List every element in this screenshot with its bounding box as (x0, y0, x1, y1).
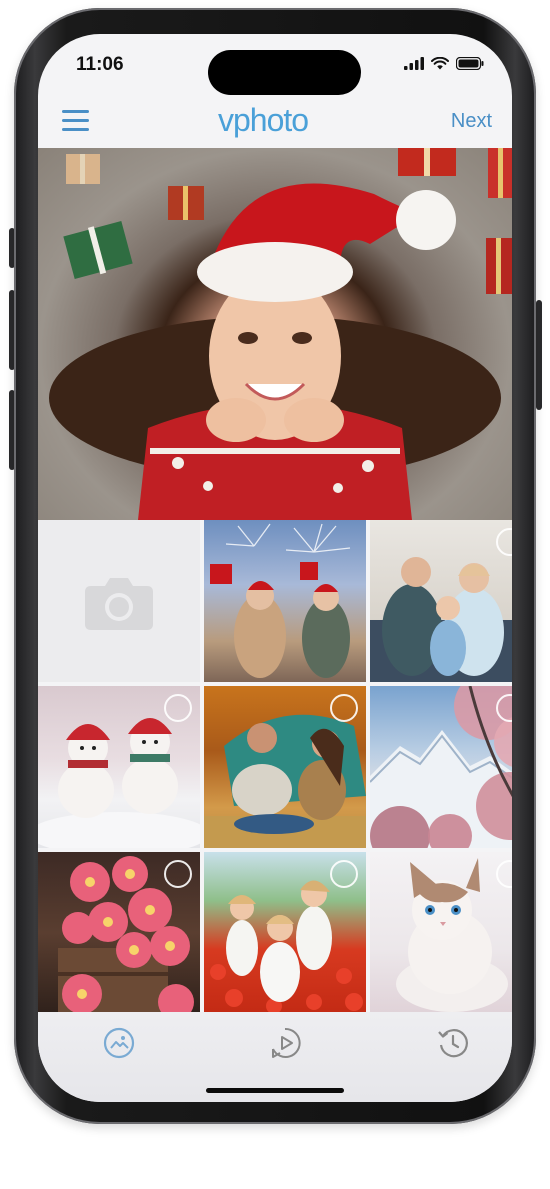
photo-grid (38, 520, 512, 1014)
photo-thumbnail[interactable] (38, 686, 200, 848)
play-icon (268, 1027, 302, 1064)
camera-placeholder-tile[interactable] (38, 520, 200, 682)
photo-thumbnail[interactable] (370, 686, 512, 848)
photo-thumbnail[interactable] (204, 852, 366, 1014)
video-tab[interactable] (268, 1026, 302, 1060)
camera-icon (83, 574, 155, 637)
photo-icon (102, 1027, 136, 1064)
gift-box (486, 238, 512, 294)
selection-circle[interactable] (164, 860, 192, 888)
gift-box (66, 154, 100, 184)
gift-box (168, 186, 204, 220)
status-icons (404, 56, 484, 75)
photo-thumbnail[interactable] (370, 520, 512, 682)
signal-icon (404, 57, 424, 75)
battery-icon (455, 56, 484, 75)
home-indicator[interactable] (206, 1088, 344, 1093)
status-bar: 11:06 (38, 34, 512, 95)
selected-photo-preview[interactable] (38, 148, 512, 520)
wifi-icon (431, 56, 449, 75)
selection-circle[interactable] (330, 694, 358, 722)
selection-circle[interactable] (164, 694, 192, 722)
gift-box (398, 148, 456, 176)
gift-box (488, 148, 512, 198)
bottom-tab-bar (38, 1012, 512, 1102)
app-header: vphoto Next (38, 96, 512, 146)
status-time: 11:06 (76, 54, 124, 75)
next-button[interactable]: Next (451, 110, 492, 133)
hamburger-menu-icon[interactable] (62, 110, 89, 132)
photo-thumbnail[interactable] (38, 852, 200, 1014)
photo-thumbnail[interactable] (204, 686, 366, 848)
history-tab[interactable] (436, 1026, 470, 1060)
gift-box (63, 220, 133, 280)
photo-thumbnail[interactable] (204, 520, 366, 682)
app-screen: 11:06 vphoto Next (38, 34, 512, 1102)
history-icon (436, 1029, 470, 1064)
dynamic-island (208, 50, 361, 95)
photo-thumbnail[interactable] (370, 852, 512, 1014)
app-logo: vphoto (218, 102, 309, 138)
selection-circle[interactable] (330, 860, 358, 888)
power-button (536, 300, 542, 410)
gallery-tab[interactable] (102, 1026, 136, 1060)
